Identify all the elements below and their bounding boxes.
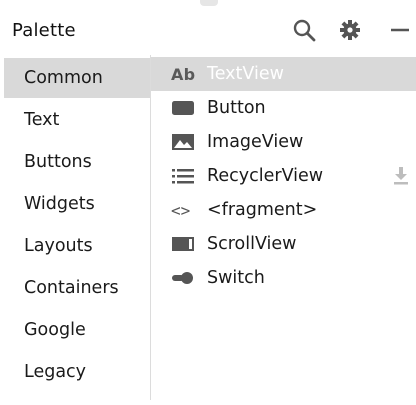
component-fragment[interactable]: <> <fragment>: [151, 193, 416, 227]
component-label: Switch: [207, 268, 265, 288]
category-label: Widgets: [24, 194, 95, 214]
switch-icon: [171, 267, 199, 289]
button-icon: [171, 97, 199, 119]
palette-header: Palette: [0, 0, 416, 54]
component-label: ImageView: [207, 132, 304, 152]
drag-handle[interactable]: [200, 0, 218, 6]
textview-icon: Ab: [171, 64, 196, 84]
gear-icon[interactable]: [334, 14, 366, 46]
palette-panel: Palette Common Text Buttons Widgets Layo…: [0, 0, 416, 405]
category-list: Common Text Buttons Widgets Layouts Cont…: [4, 55, 150, 400]
category-label: Layouts: [24, 236, 93, 256]
component-textview[interactable]: Ab TextView: [151, 57, 416, 91]
minimize-icon[interactable]: [384, 14, 416, 46]
category-label: Containers: [24, 278, 119, 298]
component-label: RecyclerView: [207, 166, 324, 186]
panel-title: Palette: [12, 20, 76, 41]
component-recyclerview[interactable]: RecyclerView: [151, 159, 416, 193]
category-label: Legacy: [24, 362, 87, 382]
component-switch[interactable]: Switch: [151, 261, 416, 295]
category-legacy[interactable]: Legacy: [4, 352, 150, 392]
category-google[interactable]: Google: [4, 310, 150, 350]
category-label: Google: [24, 320, 86, 340]
category-label: Text: [24, 110, 60, 130]
category-common[interactable]: Common: [4, 58, 150, 98]
category-text[interactable]: Text: [4, 100, 150, 140]
component-list: Ab TextView Button ImageView RecyclerVie…: [151, 55, 416, 400]
search-icon[interactable]: [288, 14, 320, 46]
component-label: Button: [207, 98, 266, 118]
component-label: <fragment>: [207, 200, 318, 220]
component-button[interactable]: Button: [151, 91, 416, 125]
list-icon: [171, 165, 199, 187]
component-label: TextView: [207, 64, 284, 84]
component-label: ScrollView: [207, 234, 297, 254]
download-icon[interactable]: [392, 166, 410, 186]
category-containers[interactable]: Containers: [4, 268, 150, 308]
code-brackets-icon: <>: [171, 200, 191, 220]
category-buttons[interactable]: Buttons: [4, 142, 150, 182]
component-scrollview[interactable]: ScrollView: [151, 227, 416, 261]
component-imageview[interactable]: ImageView: [151, 125, 416, 159]
category-label: Buttons: [24, 152, 92, 172]
scrollview-icon: [171, 233, 199, 255]
image-icon: [171, 131, 199, 153]
category-label: Common: [24, 68, 103, 88]
category-widgets[interactable]: Widgets: [4, 184, 150, 224]
category-layouts[interactable]: Layouts: [4, 226, 150, 266]
